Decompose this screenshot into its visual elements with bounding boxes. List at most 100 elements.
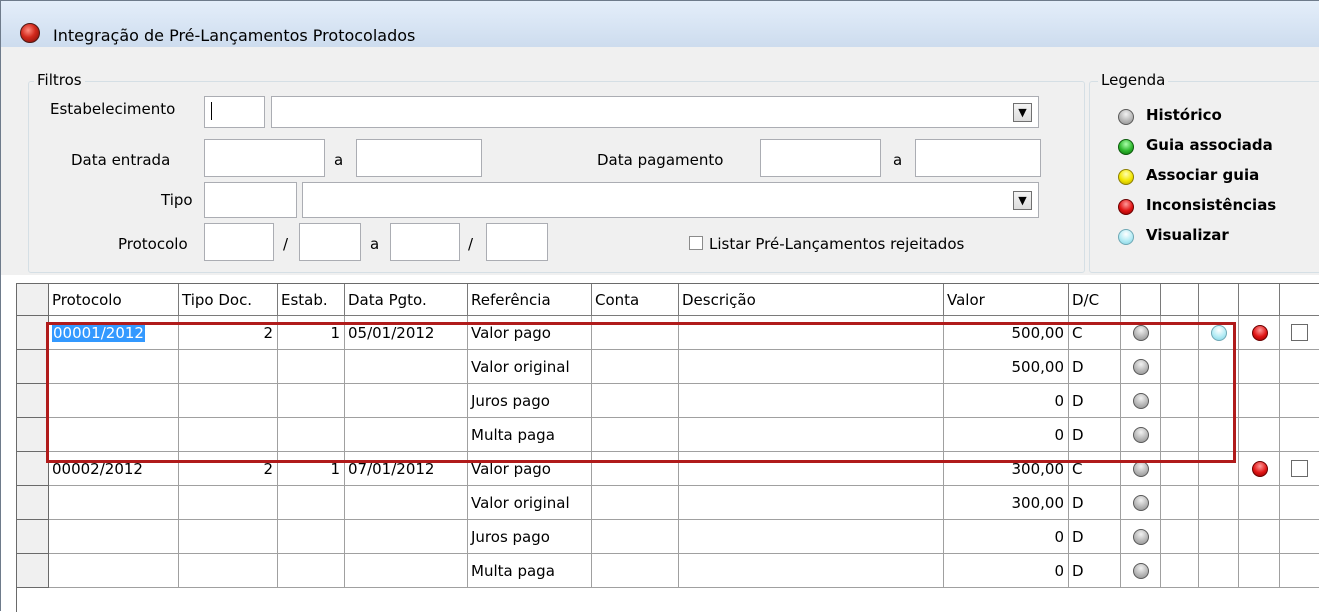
- protocolo-from-number-input[interactable]: [204, 223, 274, 261]
- gray-status-icon[interactable]: [1133, 563, 1149, 579]
- cell-status[interactable]: [1161, 350, 1199, 384]
- cell-valor[interactable]: 300,00: [944, 452, 1069, 486]
- cell-conta[interactable]: [592, 452, 679, 486]
- cell-select[interactable]: [1280, 486, 1319, 520]
- header-dc[interactable]: D/C: [1069, 284, 1121, 316]
- row-header[interactable]: [17, 316, 49, 350]
- cell-estab[interactable]: 1: [278, 316, 345, 350]
- gray-status-icon[interactable]: [1133, 495, 1149, 511]
- protocolo-from-year-input[interactable]: [299, 223, 361, 261]
- cell-status[interactable]: [1199, 520, 1239, 554]
- header-protocolo[interactable]: Protocolo: [49, 284, 179, 316]
- cell-select[interactable]: [1280, 350, 1319, 384]
- cell-protocolo[interactable]: [49, 520, 179, 554]
- cell-data-pgto[interactable]: 05/01/2012: [345, 316, 468, 350]
- tipo-code-input[interactable]: [204, 182, 297, 218]
- header-status-3[interactable]: [1199, 284, 1239, 316]
- cell-referencia[interactable]: Valor original: [468, 350, 592, 384]
- gray-status-icon[interactable]: [1133, 393, 1149, 409]
- cell-status[interactable]: [1199, 350, 1239, 384]
- cell-dc[interactable]: D: [1069, 418, 1121, 452]
- cell-status[interactable]: [1161, 316, 1199, 350]
- cell-conta[interactable]: [592, 418, 679, 452]
- cell-select[interactable]: [1280, 554, 1319, 588]
- cell-status[interactable]: [1199, 554, 1239, 588]
- cell-data-pgto[interactable]: [345, 418, 468, 452]
- cell-tipo-doc[interactable]: 2: [179, 452, 278, 486]
- header-status-1[interactable]: [1121, 284, 1161, 316]
- data-pagamento-from-input[interactable]: [760, 139, 881, 177]
- cell-status[interactable]: [1199, 418, 1239, 452]
- data-entrada-to-input[interactable]: [356, 139, 482, 177]
- cell-estab[interactable]: [278, 350, 345, 384]
- cell-protocolo[interactable]: 00002/2012: [49, 452, 179, 486]
- cell-data-pgto[interactable]: 07/01/2012: [345, 452, 468, 486]
- cell-protocolo[interactable]: [49, 350, 179, 384]
- cell-status[interactable]: [1161, 520, 1199, 554]
- gray-status-icon[interactable]: [1133, 359, 1149, 375]
- gray-status-icon[interactable]: [1133, 461, 1149, 477]
- estabelecimento-combo[interactable]: ▼: [271, 96, 1039, 128]
- cell-referencia[interactable]: Valor original: [468, 486, 592, 520]
- header-select[interactable]: [1280, 284, 1319, 316]
- cell-conta[interactable]: [592, 384, 679, 418]
- header-estab[interactable]: Estab.: [278, 284, 345, 316]
- cell-dc[interactable]: C: [1069, 316, 1121, 350]
- cell-descricao[interactable]: [679, 418, 944, 452]
- cell-tipo-doc[interactable]: [179, 486, 278, 520]
- cell-descricao[interactable]: [679, 554, 944, 588]
- header-status-4[interactable]: [1239, 284, 1280, 316]
- cell-status[interactable]: [1161, 554, 1199, 588]
- cell-estab[interactable]: [278, 554, 345, 588]
- cell-dc[interactable]: D: [1069, 384, 1121, 418]
- cell-dc[interactable]: C: [1069, 452, 1121, 486]
- cell-status[interactable]: [1239, 520, 1280, 554]
- cell-data-pgto[interactable]: [345, 520, 468, 554]
- cell-estab[interactable]: [278, 418, 345, 452]
- cell-descricao[interactable]: [679, 486, 944, 520]
- row-header[interactable]: [17, 554, 49, 588]
- cell-valor[interactable]: 0: [944, 520, 1069, 554]
- header-data-pgto[interactable]: Data Pgto.: [345, 284, 468, 316]
- cell-referencia[interactable]: Juros pago: [468, 520, 592, 554]
- tipo-combo[interactable]: ▼: [302, 182, 1039, 218]
- row-select-checkbox[interactable]: [1291, 460, 1308, 477]
- cell-estab[interactable]: [278, 384, 345, 418]
- cell-referencia[interactable]: Multa paga: [468, 418, 592, 452]
- cell-estab[interactable]: 1: [278, 452, 345, 486]
- cell-tipo-doc[interactable]: [179, 350, 278, 384]
- cell-conta[interactable]: [592, 486, 679, 520]
- cell-valor[interactable]: 500,00: [944, 316, 1069, 350]
- cell-status[interactable]: [1199, 452, 1239, 486]
- header-status-2[interactable]: [1161, 284, 1199, 316]
- cell-status[interactable]: [1161, 384, 1199, 418]
- cell-dc[interactable]: D: [1069, 350, 1121, 384]
- cell-data-pgto[interactable]: [345, 486, 468, 520]
- cell-data-pgto[interactable]: [345, 350, 468, 384]
- data-entrada-from-input[interactable]: [204, 139, 325, 177]
- cell-protocolo[interactable]: [49, 486, 179, 520]
- cell-referencia[interactable]: Juros pago: [468, 384, 592, 418]
- row-select-checkbox[interactable]: [1291, 324, 1308, 341]
- cell-data-pgto[interactable]: [345, 384, 468, 418]
- row-header[interactable]: [17, 520, 49, 554]
- cell-referencia[interactable]: Multa paga: [468, 554, 592, 588]
- cell-protocolo[interactable]: [49, 554, 179, 588]
- rejected-checkbox-label[interactable]: Listar Pré-Lançamentos rejeitados: [709, 235, 964, 253]
- cyan-status-icon[interactable]: [1211, 325, 1227, 341]
- red-status-icon[interactable]: [1251, 325, 1268, 341]
- cell-descricao[interactable]: [679, 452, 944, 486]
- cell-estab[interactable]: [278, 486, 345, 520]
- cell-tipo-doc[interactable]: [179, 554, 278, 588]
- cell-referencia[interactable]: Valor pago: [468, 316, 592, 350]
- cell-status[interactable]: [1199, 384, 1239, 418]
- red-status-icon[interactable]: [1251, 461, 1268, 477]
- cell-valor[interactable]: 500,00: [944, 350, 1069, 384]
- cell-status[interactable]: [1199, 486, 1239, 520]
- protocolo-to-year-input[interactable]: [486, 223, 548, 261]
- cell-tipo-doc[interactable]: 2: [179, 316, 278, 350]
- cell-conta[interactable]: [592, 350, 679, 384]
- cell-conta[interactable]: [592, 520, 679, 554]
- chevron-down-icon[interactable]: ▼: [1013, 191, 1032, 210]
- cell-dc[interactable]: D: [1069, 520, 1121, 554]
